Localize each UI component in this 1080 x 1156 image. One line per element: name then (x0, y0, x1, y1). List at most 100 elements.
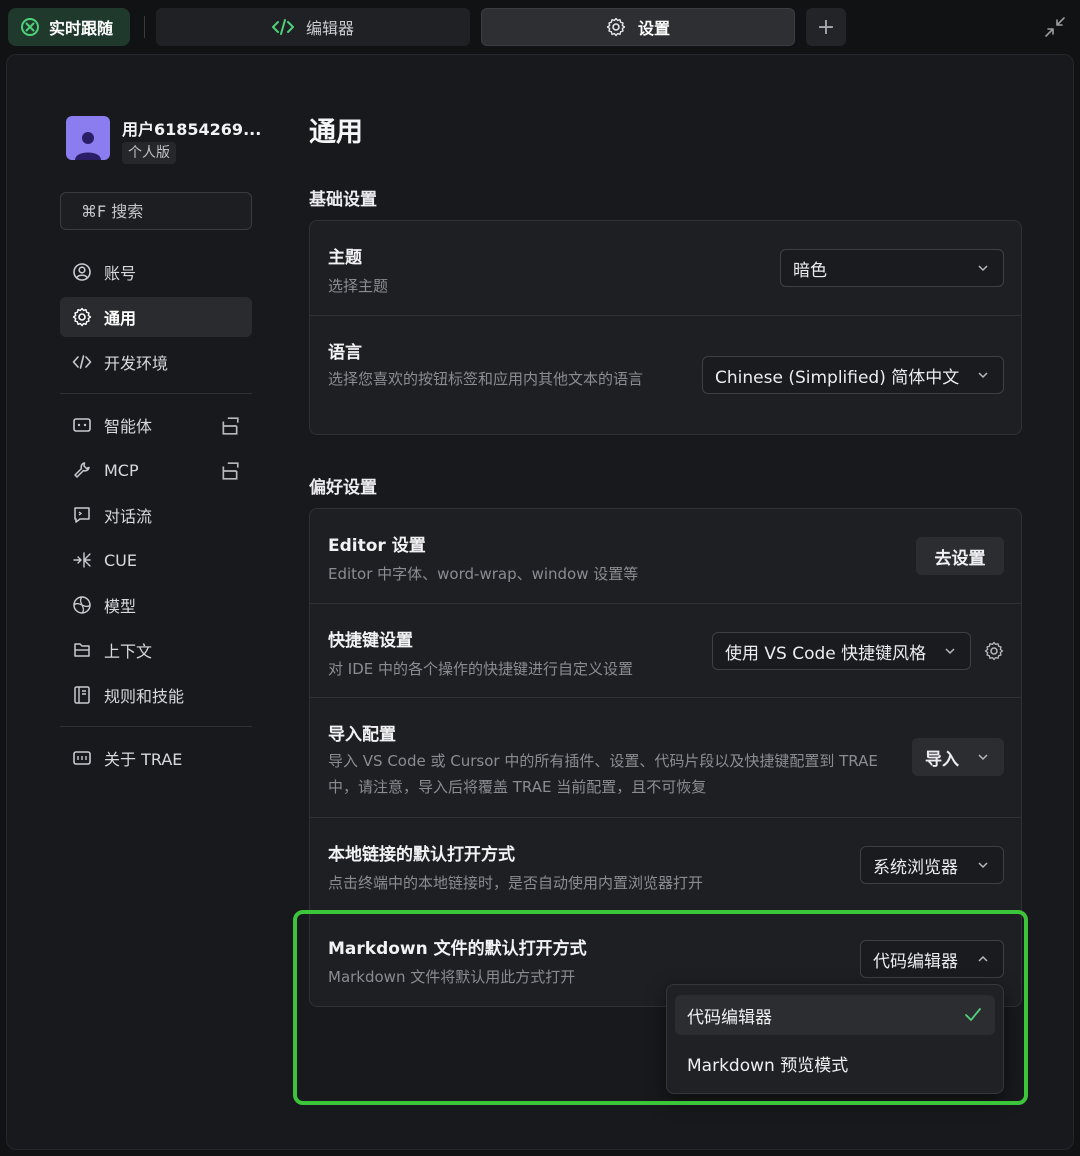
chat-icon (74, 507, 90, 523)
live-follow-icon (21, 18, 39, 36)
bot-icon (73, 418, 91, 432)
setting-title: 导入配置 (328, 725, 396, 745)
sidebar-item-mcp[interactable]: MCP (60, 450, 252, 490)
chevron-up-icon (978, 955, 988, 962)
top-tab-bar: 实时跟随 编辑器 设置 + (0, 0, 1080, 54)
gear-icon (606, 17, 626, 37)
chevron-down-icon (978, 372, 988, 379)
setting-title: Markdown 文件的默认打开方式 (328, 939, 587, 959)
menu-item-markdown-preview[interactable]: Markdown 预览模式 (675, 1043, 995, 1083)
sidebar-item-chat-flow[interactable]: 对话流 (60, 495, 252, 535)
sidebar-item-label: 规则和技能 (104, 687, 185, 706)
collapse-icon[interactable] (1044, 16, 1066, 38)
chevron-down-icon (978, 862, 988, 869)
sidebar-item-model[interactable]: 模型 (60, 585, 252, 625)
external-window-icon[interactable] (220, 416, 240, 436)
tab-editor[interactable]: 编辑器 (156, 8, 470, 46)
sidebar-item-agents[interactable]: 智能体 (60, 405, 252, 445)
sidebar-item-label: 模型 (104, 597, 137, 616)
about-icon (73, 751, 91, 765)
sidebar-divider (60, 726, 252, 727)
menu-item-code-editor[interactable]: 代码编辑器 (675, 995, 995, 1035)
setting-row-editor: Editor 设置 Editor 中字体、word-wrap、window 设置… (310, 509, 1021, 604)
user-avatar-icon (75, 132, 101, 160)
cue-icon (73, 552, 91, 568)
setting-title: 本地链接的默认打开方式 (328, 845, 515, 865)
setting-title: 语言 (328, 343, 362, 363)
page-title: 通用 (309, 117, 363, 148)
gear-icon[interactable] (984, 641, 1004, 661)
sidebar-item-rules-skills[interactable]: 规则和技能 (60, 675, 252, 715)
sidebar-item-account[interactable]: 账号 (60, 252, 252, 292)
sidebar-item-label: 账号 (104, 264, 137, 283)
check-icon (965, 1008, 981, 1021)
select-value: 暗色 (793, 260, 827, 281)
user-name: 用户61854269... (122, 120, 262, 139)
preference-settings-card: Editor 设置 Editor 中字体、word-wrap、window 设置… (309, 508, 1022, 1007)
select-value: Chinese (Simplified) 简体中文 (715, 367, 960, 388)
theme-select[interactable]: 暗色 (780, 249, 1004, 287)
import-button[interactable]: 导入 (912, 738, 1004, 776)
chevron-down-icon (945, 648, 955, 655)
rules-icon (74, 686, 90, 704)
tab-editor-label: 编辑器 (305, 19, 354, 38)
select-value: 使用 VS Code 快捷键风格 (725, 643, 927, 664)
sidebar-item-label: CUE (104, 550, 137, 570)
setting-desc: 点击终端中的本地链接时，是否自动使用内置浏览器打开 (328, 874, 704, 892)
user-icon (73, 263, 91, 281)
avatar[interactable] (66, 116, 110, 160)
keybinding-select[interactable]: 使用 VS Code 快捷键风格 (712, 632, 971, 670)
tab-live-label: 实时跟随 (49, 19, 114, 38)
wrench-icon (74, 462, 90, 478)
setting-row-keybinding: 快捷键设置 对 IDE 中的各个操作的快捷键进行自定义设置 使用 VS Code… (310, 604, 1021, 698)
setting-title: 主题 (328, 248, 362, 268)
code-icon (271, 19, 294, 35)
search-input[interactable] (60, 192, 252, 230)
setting-desc: 对 IDE 中的各个操作的快捷键进行自定义设置 (328, 660, 633, 678)
add-tab-button[interactable]: + (806, 8, 846, 46)
chevron-down-icon (978, 754, 988, 761)
setting-desc: 选择主题 (328, 277, 389, 295)
code-icon (72, 355, 92, 369)
tab-divider (144, 16, 145, 38)
sidebar-item-dev-env[interactable]: 开发环境 (60, 342, 252, 382)
external-window-icon[interactable] (220, 461, 240, 481)
setting-row-language: 语言 选择您喜欢的按钮标签和应用内其他文本的语言 Chinese (Simpli… (310, 316, 1021, 434)
basic-settings-card: 主题 选择主题 暗色 语言 选择您喜欢的按钮标签和应用内其他文本的语言 Chin… (309, 220, 1022, 435)
menu-item-label: 代码编辑器 (687, 1007, 772, 1028)
sidebar-item-label: 开发环境 (104, 354, 169, 373)
setting-desc: Editor 中字体、word-wrap、window 设置等 (328, 565, 639, 583)
sidebar-item-label: MCP (104, 460, 139, 480)
chevron-down-icon (978, 265, 988, 272)
plan-badge: 个人版 (122, 142, 176, 164)
sidebar-item-general[interactable]: 通用 (60, 297, 252, 337)
setting-title: Editor 设置 (328, 536, 426, 556)
tab-settings[interactable]: 设置 (481, 8, 795, 46)
markdown-open-select[interactable]: 代码编辑器 (860, 940, 1004, 978)
local-link-select[interactable]: 系统浏览器 (860, 846, 1004, 884)
tab-live-follow[interactable]: 实时跟随 (8, 8, 130, 46)
editor-settings-button[interactable]: 去设置 (916, 537, 1004, 575)
setting-desc: 导入 VS Code 或 Cursor 中的所有插件、设置、代码片段以及快捷键配… (328, 752, 878, 796)
sidebar-item-label: 上下文 (104, 642, 153, 661)
setting-row-local-link: 本地链接的默认打开方式 点击终端中的本地链接时，是否自动使用内置浏览器打开 系统… (310, 818, 1021, 912)
sidebar-item-label: 通用 (104, 309, 137, 328)
tab-settings-label: 设置 (637, 19, 670, 38)
sidebar-item-context[interactable]: 上下文 (60, 630, 252, 670)
import-label: 导入 (925, 749, 959, 770)
language-select[interactable]: Chinese (Simplified) 简体中文 (702, 356, 1004, 394)
sidebar-item-cue[interactable]: CUE (60, 540, 252, 580)
setting-row-theme: 主题 选择主题 暗色 (310, 221, 1021, 316)
setting-title: 快捷键设置 (328, 631, 413, 651)
sidebar-item-label: 智能体 (104, 417, 153, 436)
select-value: 系统浏览器 (873, 857, 958, 878)
menu-item-label: Markdown 预览模式 (687, 1055, 849, 1076)
sidebar-item-label: 关于 TRAE (104, 750, 183, 769)
sidebar-item-label: 对话流 (104, 507, 153, 526)
markdown-open-menu: 代码编辑器 Markdown 预览模式 (666, 984, 1004, 1094)
section-title-prefs: 偏好设置 (309, 478, 377, 498)
setting-desc: 选择您喜欢的按钮标签和应用内其他文本的语言 (328, 370, 644, 388)
context-icon (74, 643, 90, 657)
sidebar-item-about[interactable]: 关于 TRAE (60, 738, 252, 778)
sidebar-divider (60, 393, 252, 394)
